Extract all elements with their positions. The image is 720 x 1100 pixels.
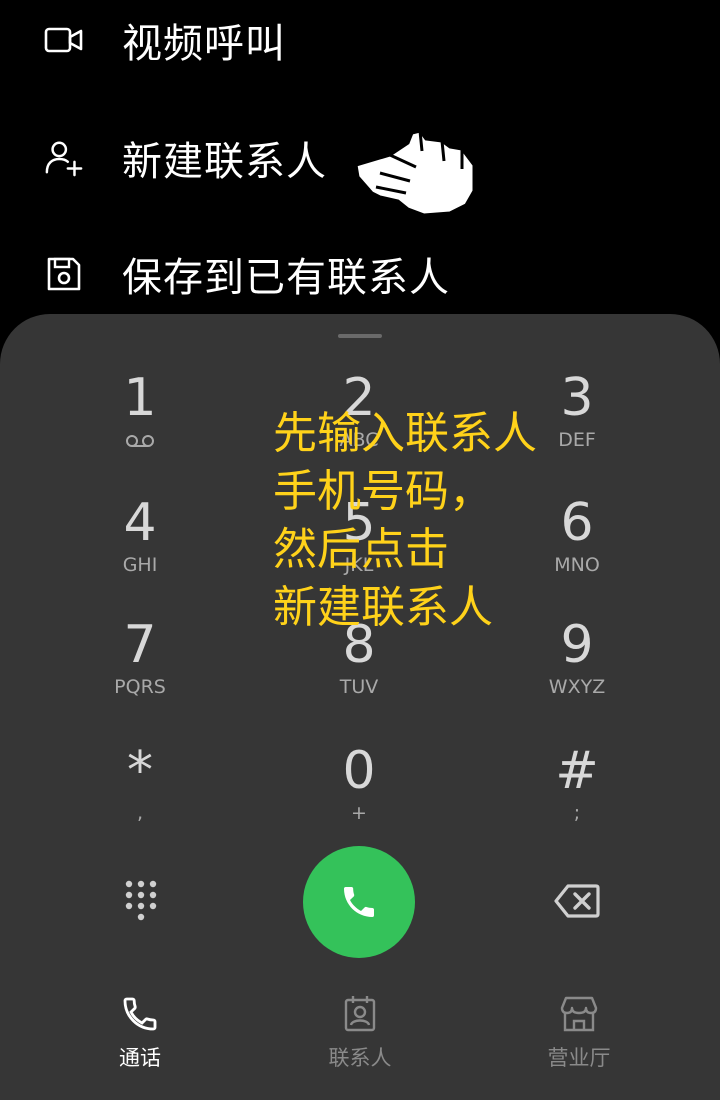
store-icon: [560, 996, 598, 1032]
key-digit: 4: [123, 493, 157, 553]
key-digit: 0: [342, 741, 376, 801]
phone-icon: [123, 997, 157, 1031]
annotation-line: 手机号码，: [273, 466, 493, 517]
menu-item-save-existing[interactable]: 保存到已有联系人: [0, 219, 720, 329]
voicemail-icon: [125, 433, 155, 452]
annotation-line: 然后点击: [273, 524, 449, 575]
key-letters: ,: [136, 802, 144, 824]
dial-key-4[interactable]: 4 GHI: [40, 494, 240, 604]
sheet-drag-handle[interactable]: [338, 334, 382, 338]
menu-item-video-call[interactable]: 视频呼叫: [0, 0, 720, 95]
dial-key-hash[interactable]: # ;: [477, 742, 677, 852]
dial-key-7[interactable]: 7 PQRS: [40, 616, 240, 726]
key-letters: TUV: [339, 676, 379, 698]
key-digit: 7: [123, 615, 157, 675]
add-person-icon: [44, 138, 84, 178]
phone-screen: 视频呼叫 新建联系人 保存到已有联系人 1 2 ABC 3 DEF 4 GHI …: [0, 0, 720, 1100]
menu-item-label: 新建联系人: [122, 139, 327, 185]
annotation-line: 先输入联系人: [273, 408, 537, 459]
call-button[interactable]: [303, 846, 415, 958]
nav-label: 联系人: [328, 1046, 392, 1070]
instruction-annotation: 先输入联系人 手机号码， 然后点击 新建联系人: [273, 405, 713, 637]
backspace-icon: [554, 884, 600, 918]
dial-key-0[interactable]: 0 +: [259, 742, 459, 852]
key-letters: GHI: [122, 554, 158, 576]
menu-item-label: 视频呼叫: [122, 21, 286, 67]
key-digit: 1: [123, 368, 157, 428]
nav-tab-business-hall[interactable]: 营业厅: [499, 994, 659, 1074]
dialpad-toggle-button[interactable]: [120, 878, 162, 922]
dial-key-1[interactable]: 1: [40, 369, 240, 479]
pointing-hand-icon: [354, 129, 476, 217]
menu-item-label: 保存到已有联系人: [122, 255, 450, 301]
save-disk-icon: [44, 254, 84, 294]
backspace-button[interactable]: [554, 884, 600, 918]
nav-tab-contacts[interactable]: 联系人: [280, 994, 440, 1074]
video-camera-icon: [44, 20, 84, 60]
key-letters: +: [351, 802, 367, 824]
dialpad-grid-icon: [125, 880, 157, 921]
phone-icon: [344, 887, 374, 917]
contacts-book-icon: [344, 996, 376, 1032]
key-letters: PQRS: [114, 676, 166, 698]
nav-tab-calls[interactable]: 通话: [60, 994, 220, 1074]
dial-key-star[interactable]: * ,: [40, 742, 240, 852]
key-digit: *: [127, 741, 153, 801]
key-letters: ;: [573, 802, 581, 824]
nav-label: 营业厅: [547, 1046, 611, 1070]
annotation-line: 新建联系人: [273, 582, 493, 633]
key-digit: #: [555, 741, 599, 801]
key-letters: WXYZ: [548, 676, 606, 698]
nav-label: 通话: [119, 1046, 161, 1070]
